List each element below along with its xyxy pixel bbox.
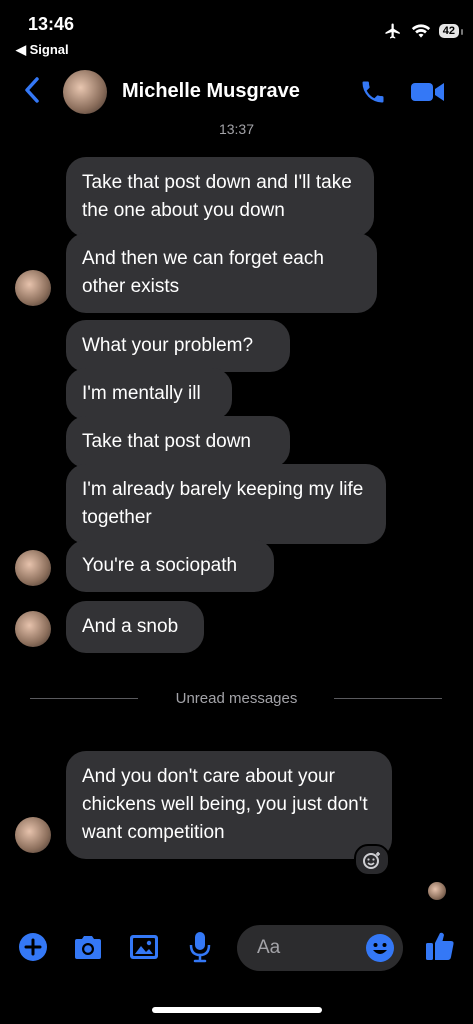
video-call-button[interactable] xyxy=(410,80,446,109)
more-actions-button[interactable] xyxy=(18,932,48,967)
gallery-button[interactable] xyxy=(128,933,160,966)
microphone-icon xyxy=(189,932,211,963)
message-bubble[interactable]: And then we can forget each other exists xyxy=(66,233,377,313)
camera-button[interactable] xyxy=(72,933,104,966)
sender-avatar[interactable] xyxy=(15,817,51,853)
battery-indicator: 42 xyxy=(438,24,464,38)
airplane-icon xyxy=(385,23,400,39)
home-indicator xyxy=(152,1007,322,1013)
message-input-placeholder: Aa xyxy=(257,937,281,958)
message-bubble[interactable]: And you don't care about your chickens w… xyxy=(66,751,392,859)
video-camera-icon xyxy=(411,83,444,101)
photo-icon xyxy=(130,935,158,959)
divider-line-right xyxy=(334,698,442,699)
thumbs-up-icon xyxy=(426,932,454,960)
back-to-app-link[interactable]: ◀ Signal xyxy=(16,42,69,58)
call-button[interactable] xyxy=(358,78,388,111)
sender-avatar[interactable] xyxy=(15,550,51,586)
like-button[interactable] xyxy=(423,929,457,968)
sender-avatar[interactable] xyxy=(15,270,51,306)
contact-avatar[interactable] xyxy=(63,70,107,114)
sender-avatar[interactable] xyxy=(15,611,51,647)
phone-icon xyxy=(362,81,384,103)
camera-icon xyxy=(75,936,101,959)
back-button[interactable] xyxy=(22,76,42,109)
seen-avatar xyxy=(428,882,446,900)
contact-name[interactable]: Michelle Musgrave xyxy=(122,80,300,103)
voice-message-button[interactable] xyxy=(188,930,212,969)
wifi-icon xyxy=(411,24,430,38)
status-time: 13:46 xyxy=(28,14,75,34)
message-bubble[interactable]: Take that post down xyxy=(66,416,290,468)
message-bubble[interactable]: What your problem? xyxy=(66,320,290,372)
add-reaction-button[interactable] xyxy=(354,844,390,876)
status-icons: 42 xyxy=(383,22,464,40)
plus-circle-icon xyxy=(19,933,47,961)
emoji-button[interactable] xyxy=(365,933,395,968)
message-bubble[interactable]: Take that post down and I'll take the on… xyxy=(66,157,374,237)
chevron-left-icon xyxy=(25,77,39,103)
message-bubble[interactable]: And a snob xyxy=(66,601,204,653)
message-bubble[interactable]: I'm mentally ill xyxy=(66,368,232,420)
message-timestamp: 13:37 xyxy=(218,121,255,137)
add-reaction-icon xyxy=(363,852,380,869)
message-bubble[interactable]: I'm already barely keeping my life toget… xyxy=(66,464,386,544)
emoji-icon xyxy=(366,934,394,962)
message-bubble[interactable]: You're a sociopath xyxy=(66,540,274,592)
